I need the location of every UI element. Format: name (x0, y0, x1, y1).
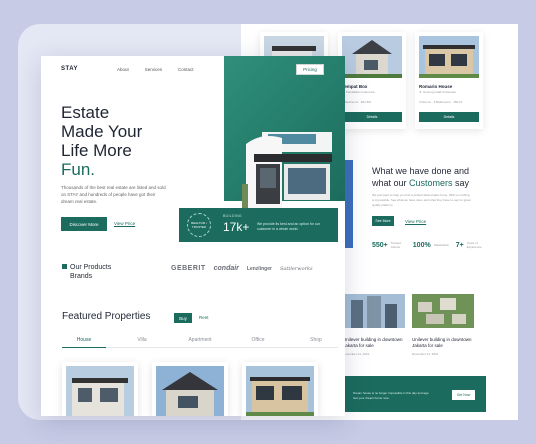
tab-house[interactable]: House (62, 337, 106, 348)
featured-title: Featured Properties (62, 311, 151, 322)
view-price-link[interactable]: View Price (114, 221, 135, 226)
brand-logo: Sattlerworks (279, 265, 313, 272)
property-address: Jl. Pendidikan Indonesia (342, 90, 375, 94)
news-title: Unilever building in downtown Jakarta fo… (343, 337, 403, 348)
news-image (343, 294, 405, 328)
nav-services[interactable]: Services (145, 67, 162, 72)
brand-logo: Lenzlinger (246, 265, 272, 272)
testimonial-image (345, 160, 353, 248)
front-page: STAY About Services Contact Pricing Esta… (41, 56, 345, 416)
see-more-button[interactable]: See More (372, 216, 394, 226)
hero-building-image (242, 132, 332, 214)
about-description: We just want to help you find a perfect … (372, 193, 471, 207)
news-card[interactable]: Unilever building in downtown Jakarta fo… (412, 294, 474, 356)
hero-title: Estate Made Your Life More Fun. (61, 103, 143, 179)
buy-button[interactable]: Buy (174, 313, 192, 323)
hero-description: Thousands of the best real estate are li… (61, 185, 166, 204)
view-price-link[interactable]: View Price (405, 219, 426, 224)
property-type-tabs: House Villa Apartment Office Shop (62, 337, 338, 348)
pricing-button[interactable]: Pricing (296, 64, 324, 75)
stat-item: 100% Satisfaction (412, 241, 450, 249)
featured-card[interactable] (152, 362, 228, 416)
tab-apartment[interactable]: Apartment (178, 337, 222, 343)
featured-image (246, 366, 314, 416)
brand-logo: GEBERIT (171, 265, 206, 272)
featured-card[interactable] (242, 362, 318, 416)
property-meta: 4 Rooms · 6 Bathrooms · 450 FT (419, 100, 463, 104)
tab-villa[interactable]: Villa (120, 337, 164, 343)
property-name: Tempat Box (342, 84, 368, 89)
featured-card[interactable] (62, 362, 138, 416)
tab-shop[interactable]: Shop (294, 337, 338, 343)
property-image (419, 36, 479, 78)
products-heading: Our Products Brands (70, 264, 112, 280)
property-name: Romario House (419, 84, 453, 89)
stat-value: 17k+ (223, 220, 250, 234)
featured-image (66, 366, 134, 416)
trusted-badge: REALTOR • TRUSTED (187, 213, 211, 237)
nav-contact[interactable]: Contact (178, 67, 194, 72)
nav-about[interactable]: About (117, 67, 129, 72)
stat-item: 550+ Trusted Clients (372, 241, 401, 249)
news-title: Unilever building in downtown Jakarta fo… (412, 337, 472, 348)
property-image (342, 36, 402, 78)
news-image (412, 294, 474, 328)
stat-item: 7+ Years of Experience (455, 241, 482, 249)
tab-office[interactable]: Office (236, 337, 280, 343)
bullet-square-icon (62, 264, 67, 269)
get-now-button[interactable]: Get Now (452, 390, 475, 400)
rent-button[interactable]: Rent (199, 315, 209, 320)
newsletter-text: Dream house is no longer impossible in t… (353, 391, 430, 400)
news-card[interactable]: Unilever building in downtown Jakarta fo… (343, 294, 405, 356)
about-stats: 550+ Trusted Clients 100% Satisfaction 7+ Y… (372, 241, 483, 249)
news-date: December 21, 2021 (412, 352, 439, 356)
newsletter-banner: Dream house is no longer impossible in t… (345, 376, 486, 412)
site-logo[interactable]: STAY (61, 66, 78, 72)
stat-text: We provide its best and an option for ou… (257, 222, 320, 231)
property-card[interactable]: Romario House Jl. Gunung Indah Indonesia… (415, 32, 483, 129)
stat-card: REALTOR • TRUSTED BUILDING 17k+ We provi… (179, 208, 338, 242)
property-meta: 4 Bedrooms · $41.5M (342, 100, 371, 104)
about-heading: What we have done and what our Customers… (372, 166, 470, 188)
discover-more-button[interactable]: Discover More (61, 217, 107, 231)
property-card[interactable]: Tempat Box Jl. Pendidikan Indonesia 4 Be… (338, 32, 406, 129)
details-button[interactable]: Details (419, 112, 479, 122)
brand-logos: GEBERIT condair Lenzlinger Sattlerworks (171, 265, 313, 272)
stat-label: BUILDING (223, 214, 242, 218)
featured-image (156, 366, 224, 416)
property-address: Jl. Gunung Indah Indonesia (419, 90, 456, 94)
news-date: December 21, 2021 (343, 352, 370, 356)
details-button[interactable]: Details (342, 112, 402, 122)
brand-logo: condair (213, 265, 239, 272)
main-nav: About Services Contact (117, 67, 194, 72)
